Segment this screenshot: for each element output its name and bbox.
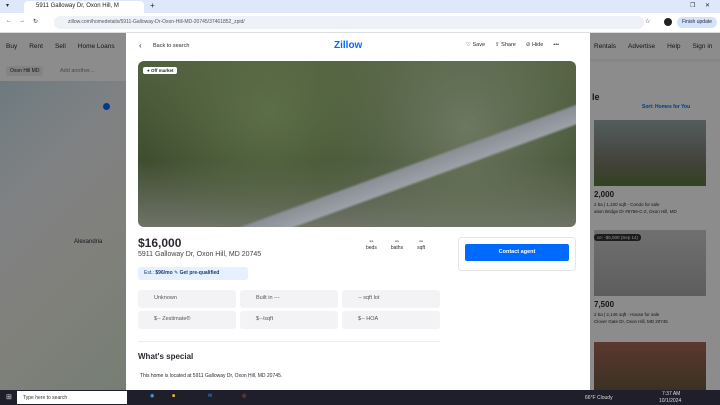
clock-date: 10/1/2024 [659,398,682,404]
zillow-logo[interactable]: Zillow [334,40,362,51]
fact-hoa: $-- HOA [342,311,440,329]
heart-icon: ♡ [466,42,471,48]
chrome-icon[interactable]: ◎ [242,393,246,399]
fact-price-sqft: $--/sqft [240,311,338,329]
taskbar-search-text: Type here to search [23,395,68,401]
property-photo[interactable]: ● Off market [138,61,576,227]
stats: -- beds -- baths -- sqft [366,239,425,251]
fact-text: $-- Zestimate® [154,316,191,322]
finish-update-button[interactable]: Finish update [677,17,718,28]
whats-special-heading: What's special [138,352,194,361]
fact-zestimate[interactable]: $-- Zestimate® [138,311,236,329]
taskbar: ⊞ Type here to search ◉ ■ ✉ ◎ 66°F Cloud… [0,390,720,405]
hide-button[interactable]: ⊘ Hide [526,42,543,48]
baths-label: baths [390,245,404,251]
badge-text: Off market [150,68,174,73]
est-value: $96/mo [155,270,173,276]
new-tab-icon[interactable]: + [150,1,155,10]
forward-icon[interactable]: → [19,18,25,24]
share-icon: ⇪ [495,42,500,48]
price: $16,000 [138,236,182,250]
clock-time: 7:37 AM [662,391,681,397]
description: This home is located at 5911 Galloway Dr… [140,373,283,379]
windows-start-icon[interactable]: ⊞ [6,393,12,401]
tab-title: 5911 Galloway Dr, Oxon Hill, M [36,3,119,9]
share-button[interactable]: ⇪ Share [495,42,516,48]
browser-tab[interactable]: 5911 Galloway Dr, Oxon Hill, M [24,1,144,13]
share-label: Share [501,42,516,48]
est-label: Est.: [144,270,155,276]
contact-box: Contact agent [458,237,576,271]
address-bar-row: ← → ↻ zillow.com/homedetails/5911-Gallow… [0,13,720,33]
fact-built: Built in --- [240,290,338,308]
fact-text: Built in --- [256,295,280,301]
file-explorer-icon[interactable]: ■ [172,393,175,399]
back-to-search-link[interactable]: Back to search [153,43,189,49]
beds-label: beds [366,245,377,251]
save-label: Save [472,42,486,48]
url-input[interactable]: zillow.com/homedetails/5911-Galloway-Dr-… [54,16,644,29]
bookmark-star-icon[interactable]: ☆ [645,18,650,25]
fact-text: $-- HOA [358,316,379,322]
home-details-modal: ‹ Back to search Zillow ♡ Save ⇪ Share ⊘… [126,33,590,390]
url-text: zillow.com/homedetails/5911-Galloway-Dr-… [68,19,245,25]
taskbar-search[interactable]: Type here to search [17,391,127,404]
reload-icon[interactable]: ↻ [33,18,38,25]
divider [138,341,440,342]
save-button[interactable]: ♡ Save [466,42,485,48]
more-icon[interactable]: ••• [553,42,559,48]
fact-text: -- sqft lot [358,295,380,301]
mail-icon[interactable]: ✉ [208,393,212,399]
hide-label: Hide [531,42,544,48]
weather[interactable]: 66°F Cloudy [585,395,613,401]
contact-agent-button[interactable]: Contact agent [465,244,569,261]
off-market-badge: ● Off market [143,67,178,74]
sqft-label: sqft [417,245,426,251]
browser-tab-bar: ▾ 5911 Galloway Dr, Oxon Hill, M + ❐ ✕ [0,0,720,13]
edge-icon[interactable]: ◉ [150,393,154,399]
estimate-banner[interactable]: Est.: $96/mo ✎ Get pre-qualified [138,267,248,280]
chevron-left-icon[interactable]: ‹ [139,41,142,50]
fact-type: Unknown [138,290,236,308]
profile-avatar[interactable] [664,18,672,26]
fact-lot: -- sqft lot [342,290,440,308]
maximize-icon[interactable]: ❐ [690,2,695,9]
close-icon[interactable]: ✕ [705,2,710,9]
back-icon[interactable]: ← [6,18,12,24]
prequal-link[interactable]: Get pre-qualified [180,270,220,276]
fact-text: Unknown [154,295,177,301]
hide-icon: ⊘ [525,42,531,48]
address: 5911 Galloway Dr, Oxon Hill, MD 20745 [138,251,262,258]
tab-list-chevron-icon[interactable]: ▾ [6,2,9,9]
fact-text: $--/sqft [256,316,274,322]
